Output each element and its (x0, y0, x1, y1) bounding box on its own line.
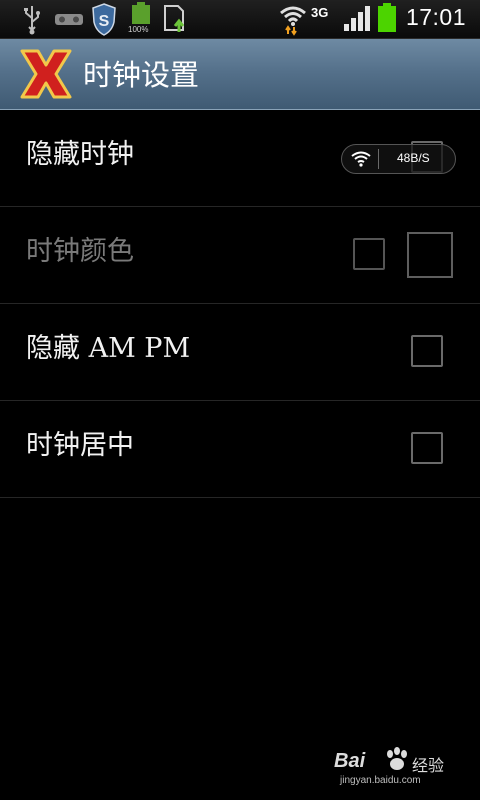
clock-color-checkbox (353, 238, 385, 270)
pref-label: 隐藏时钟 (26, 139, 134, 170)
wifi-icon (351, 151, 371, 167)
battery-icon (378, 3, 396, 32)
pref-label: 隐藏 AM PM (26, 333, 191, 364)
baidu-watermark: Bai 经验 jingyan.baidu.com (334, 746, 464, 792)
paw-icon (387, 747, 407, 770)
shield-s-icon: S (92, 3, 116, 36)
center-clock-checkbox[interactable] (411, 432, 443, 464)
status-bar: S 100% 3G 17:01 (0, 0, 480, 39)
clock-time: 17:01 (405, 4, 466, 30)
watermark-brand: Bai (334, 750, 366, 772)
svg-text:S: S (99, 13, 110, 30)
speed-value: 48B/S (397, 151, 430, 165)
usb-icon (24, 6, 40, 35)
watermark-cn: 经验 (412, 756, 445, 775)
signal-icon (344, 6, 370, 31)
pref-center-clock[interactable]: 时钟居中 (0, 401, 480, 498)
battery-percent-label: 100% (128, 25, 149, 34)
watermark-url: jingyan.baidu.com (340, 775, 421, 786)
divider (378, 149, 379, 169)
page-title: 时钟设置 (83, 58, 200, 92)
network-speed-widget[interactable]: 48B/S (341, 144, 456, 174)
hide-ampm-checkbox[interactable] (411, 335, 443, 367)
sd-upload-icon (164, 5, 185, 32)
x-logo-icon (20, 49, 72, 99)
pref-label: 时钟颜色 (26, 236, 134, 267)
voicemail-icon (55, 14, 83, 25)
network-type-label: 3G (311, 5, 329, 20)
title-bar: 时钟设置 (0, 39, 480, 110)
clock-color-swatch (407, 232, 453, 278)
pref-label: 时钟居中 (26, 430, 134, 461)
pref-hide-ampm[interactable]: 隐藏 AM PM (0, 304, 480, 401)
wifi-icon (280, 6, 306, 36)
